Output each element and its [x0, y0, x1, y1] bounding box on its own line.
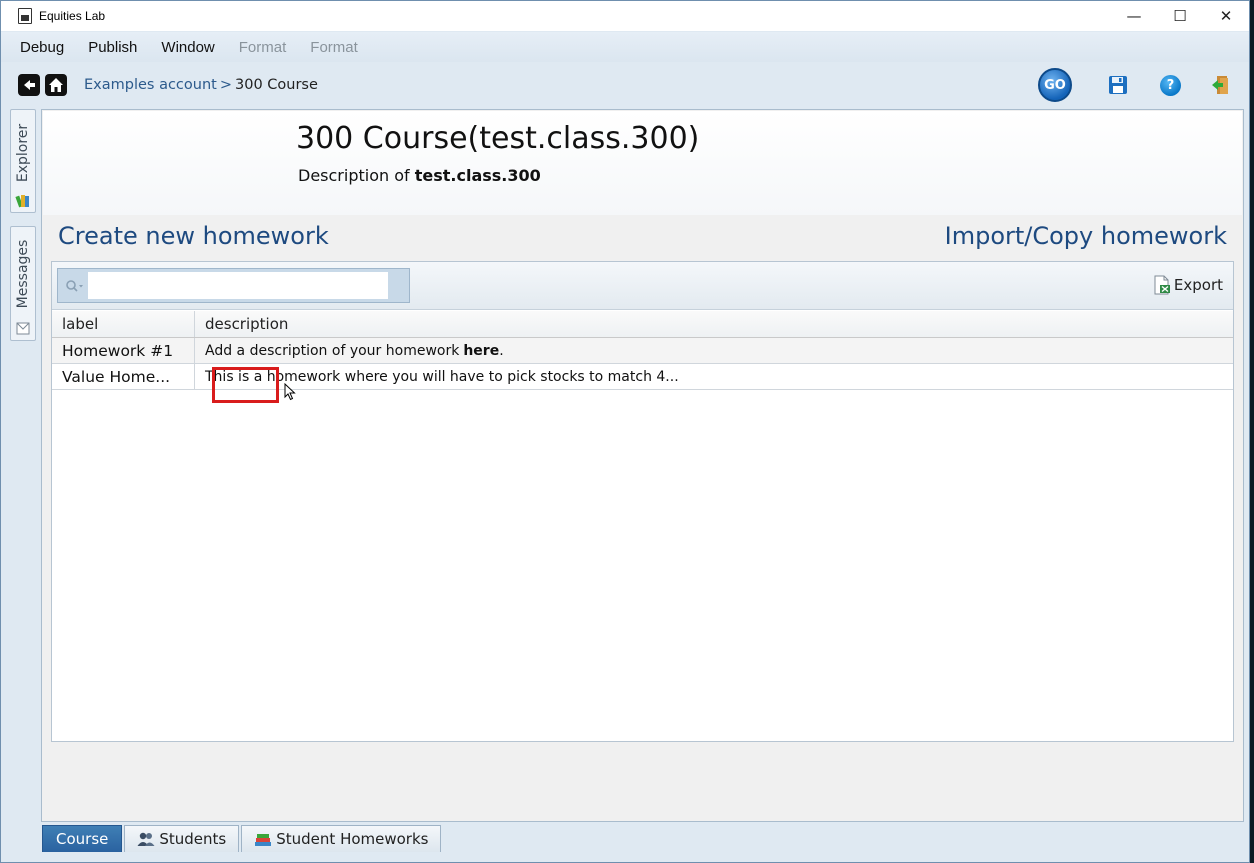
exit-door-icon[interactable]	[1211, 74, 1233, 96]
tab-student-homeworks[interactable]: Student Homeworks	[241, 825, 442, 852]
maximize-button[interactable]: ☐	[1157, 1, 1203, 31]
page-title: 300 Course(test.class.300)	[296, 121, 700, 156]
row-description: This is a homework where you will have t…	[195, 364, 1233, 389]
tab-course-label: Course	[56, 830, 109, 848]
menu-format: Format	[238, 38, 287, 56]
toolbar-actions: GO ?	[1038, 64, 1249, 106]
books-icon	[15, 195, 29, 208]
window-controls: — ☐ ✕	[1111, 1, 1249, 31]
search-icon[interactable]	[65, 279, 85, 293]
course-description: Description of test.class.300	[298, 166, 541, 185]
export-button[interactable]: Export	[1153, 275, 1223, 295]
close-button[interactable]: ✕	[1203, 1, 1249, 31]
import-homework-link[interactable]: Import/Copy homework	[945, 222, 1227, 250]
minimize-button[interactable]: —	[1111, 1, 1157, 31]
list-toolbar: Export	[52, 262, 1233, 310]
table-header: label description	[52, 311, 1233, 338]
go-button[interactable]: GO	[1038, 68, 1072, 102]
menu-bar: Debug Publish Window Format Format	[1, 32, 1249, 62]
app-logo-icon	[18, 8, 32, 24]
breadcrumb-link-examples-account[interactable]: Examples account	[84, 77, 217, 93]
row-description-link[interactable]: here	[463, 343, 499, 359]
breadcrumb: Examples account >300 Course	[84, 77, 318, 93]
breadcrumb-separator: >	[219, 77, 232, 93]
arrow-left-icon	[24, 80, 35, 90]
search-input[interactable]	[88, 272, 388, 299]
tab-students-label: Students	[159, 830, 227, 848]
tab-messages-label: Messages	[15, 240, 31, 309]
toolbar: Examples account >300 Course GO ?	[1, 64, 1249, 106]
row-label: Homework #1	[52, 338, 195, 363]
envelope-icon	[16, 322, 30, 335]
table-row[interactable]: Homework #1 Add a description of your ho…	[52, 338, 1233, 364]
menu-window[interactable]: Window	[149, 39, 226, 56]
breadcrumb-current: 300 Course	[235, 77, 318, 93]
menu-debug[interactable]: Debug	[8, 39, 76, 56]
home-button[interactable]	[45, 74, 67, 96]
tab-explorer-label: Explorer	[15, 123, 31, 182]
books-icon	[255, 834, 272, 846]
column-header-description[interactable]: description	[195, 311, 1233, 337]
help-button[interactable]: ?	[1160, 74, 1181, 96]
tab-messages[interactable]: Messages	[10, 226, 36, 341]
row-description-text: Add a description of your homework	[205, 342, 460, 359]
column-header-label[interactable]: label	[52, 311, 195, 337]
home-icon	[49, 78, 63, 92]
search-box	[57, 268, 410, 303]
mouse-cursor-icon	[284, 383, 296, 401]
course-description-prefix: Description of	[298, 166, 410, 185]
course-panel: 300 Course(test.class.300) Description o…	[41, 109, 1244, 822]
row-description: Add a description of your homework here.	[195, 338, 1233, 363]
window-title: Equities Lab	[39, 9, 106, 23]
tab-students[interactable]: Students	[124, 825, 240, 852]
tab-course[interactable]: Course	[42, 825, 123, 852]
create-homework-link[interactable]: Create new homework	[58, 222, 329, 250]
back-button[interactable]	[18, 74, 40, 96]
row-label: Value Home...	[52, 364, 195, 389]
click-highlight	[212, 367, 279, 403]
title-bar: Equities Lab — ☐ ✕	[1, 1, 1249, 31]
users-icon	[137, 832, 155, 846]
menu-publish[interactable]: Publish	[76, 39, 149, 56]
menu-format-2: Format	[310, 38, 358, 56]
homework-list: Export label description Homework #1 Add…	[51, 261, 1234, 742]
course-header: 300 Course(test.class.300) Description o…	[43, 111, 1242, 215]
bottom-tabs: Course Students Student Homeworks	[42, 825, 443, 853]
course-description-name: test.class.300	[414, 166, 541, 185]
excel-export-icon	[1154, 275, 1170, 295]
row-description-suffix: .	[499, 342, 504, 359]
export-label: Export	[1173, 276, 1223, 294]
tab-explorer[interactable]: Explorer	[10, 109, 36, 213]
tab-student-homeworks-label: Student Homeworks	[276, 830, 429, 848]
side-tabs: Explorer Messages	[10, 109, 36, 341]
save-icon[interactable]	[1108, 75, 1128, 95]
app-window: Equities Lab — ☐ ✕ Debug Publish Window …	[0, 0, 1250, 863]
